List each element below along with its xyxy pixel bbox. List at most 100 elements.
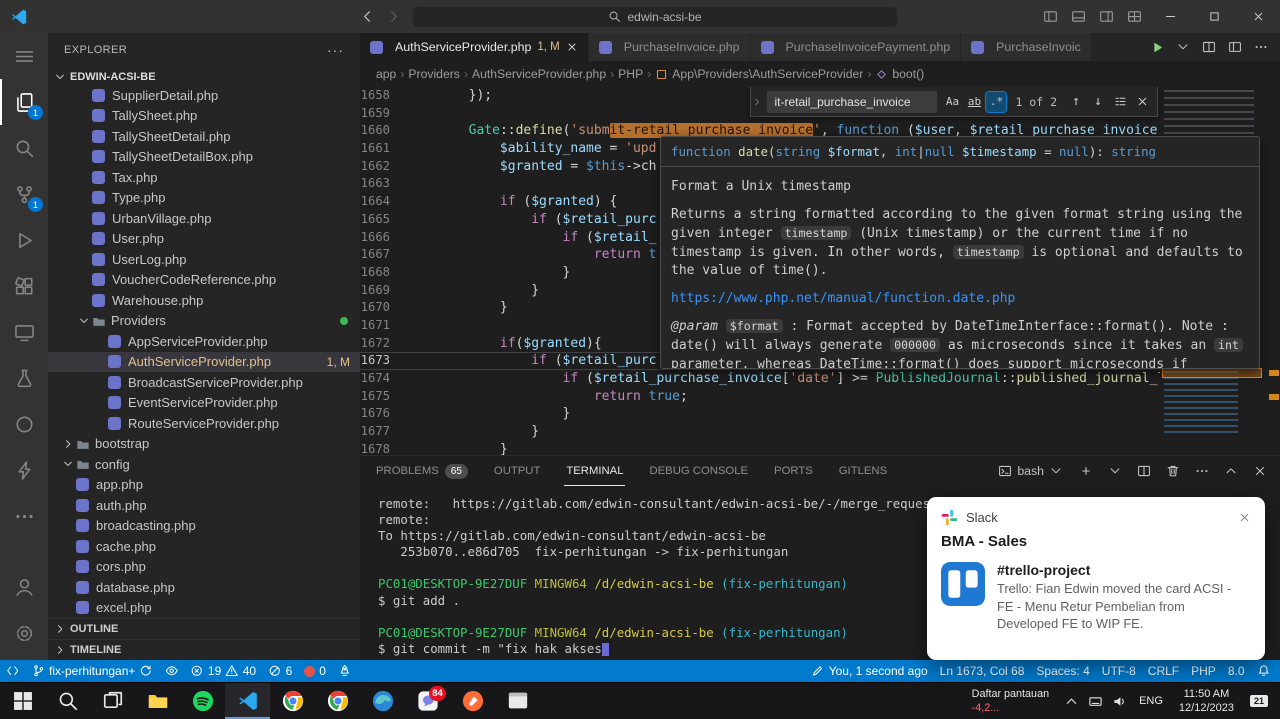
taskbar-start[interactable] bbox=[0, 683, 45, 719]
panel-tab-terminal[interactable]: TERMINAL bbox=[564, 456, 625, 486]
status-secondary-problems[interactable]: 6 bbox=[262, 660, 298, 682]
activity-explorer[interactable]: 1 bbox=[0, 79, 48, 125]
explorer-folder[interactable]: config bbox=[48, 454, 360, 475]
split-terminal-button[interactable] bbox=[1134, 464, 1154, 478]
new-terminal-button[interactable]: + bbox=[1076, 463, 1096, 480]
taskbar-window-app[interactable] bbox=[495, 683, 540, 719]
breadcrumb-item[interactable]: AuthServiceProvider.php bbox=[472, 67, 606, 81]
nav-back-icon[interactable] bbox=[354, 9, 380, 24]
activity-settings[interactable] bbox=[0, 610, 48, 656]
explorer-file[interactable]: UrbanVillage.php bbox=[48, 208, 360, 229]
explorer-file[interactable]: database.php bbox=[48, 577, 360, 598]
explorer-file[interactable]: TallySheet.php bbox=[48, 106, 360, 127]
activity-source-control[interactable]: 1 bbox=[0, 171, 48, 217]
activity-thunder-client[interactable] bbox=[0, 447, 48, 493]
editor-tab[interactable]: PurchaseInvoice.php bbox=[589, 33, 751, 61]
panel-tab-ports[interactable]: PORTS bbox=[772, 456, 815, 486]
tray-expand-icon[interactable] bbox=[1059, 694, 1083, 709]
editor-tab[interactable]: PurchaseInvoicePayment.php bbox=[751, 33, 962, 61]
command-center-search[interactable]: edwin-acsi-be bbox=[412, 6, 898, 28]
close-find-button[interactable] bbox=[1131, 91, 1153, 113]
whole-word-toggle[interactable]: ab bbox=[964, 92, 984, 112]
next-match-button[interactable]: ↓ bbox=[1087, 91, 1109, 113]
status-remote-indicator[interactable] bbox=[0, 660, 26, 682]
taskbar-widget[interactable]: Daftar pantauan -4,2... bbox=[962, 687, 1059, 715]
editor-tab[interactable]: AuthServiceProvider.php1, M bbox=[360, 33, 589, 61]
panel-more-actions-button[interactable] bbox=[1192, 464, 1212, 478]
explorer-file[interactable]: auth.php bbox=[48, 495, 360, 516]
taskbar-edge[interactable] bbox=[360, 683, 405, 719]
close-button[interactable] bbox=[1236, 0, 1280, 33]
kill-terminal-button[interactable] bbox=[1163, 464, 1183, 478]
panel-tab-output[interactable]: OUTPUT bbox=[492, 456, 542, 486]
clock[interactable]: 11:50 AM 12/12/2023 bbox=[1171, 687, 1242, 716]
explorer-file[interactable]: RouteServiceProvider.php bbox=[48, 413, 360, 434]
match-case-toggle[interactable]: Aa bbox=[942, 92, 962, 112]
activity-testing[interactable] bbox=[0, 355, 48, 401]
tooltip-link[interactable]: https://www.php.net/manual/function.date… bbox=[671, 291, 1015, 306]
panel-tab-debug-console[interactable]: DEBUG CONSOLE bbox=[647, 456, 750, 486]
toggle-sidebar-icon[interactable] bbox=[1036, 9, 1064, 24]
explorer-file[interactable]: excel.php bbox=[48, 598, 360, 619]
status-php-version[interactable]: 8.0 bbox=[1222, 660, 1251, 682]
run-button[interactable] bbox=[1150, 40, 1164, 54]
editor-more-actions-icon[interactable] bbox=[1254, 40, 1268, 54]
explorer-file[interactable]: cors.php bbox=[48, 557, 360, 578]
explorer-file[interactable]: AuthServiceProvider.php1, M bbox=[48, 352, 360, 373]
language-indicator[interactable]: ENG bbox=[1131, 695, 1171, 707]
breadcrumb-item[interactable]: Providers bbox=[408, 67, 459, 81]
notification-center[interactable]: 21 bbox=[1242, 695, 1276, 707]
explorer-folder[interactable]: Providers bbox=[48, 311, 360, 332]
toggle-secondary-sidebar-icon[interactable] bbox=[1092, 9, 1120, 24]
explorer-file[interactable]: Type.php bbox=[48, 188, 360, 209]
explorer-file[interactable]: UserLog.php bbox=[48, 249, 360, 270]
status-notifications[interactable] bbox=[1251, 660, 1277, 682]
explorer-file[interactable]: AppServiceProvider.php bbox=[48, 331, 360, 352]
explorer-file[interactable]: TallySheetDetail.php bbox=[48, 126, 360, 147]
panel-tab-problems[interactable]: PROBLEMS65 bbox=[374, 456, 470, 486]
taskbar-postman[interactable] bbox=[450, 683, 495, 719]
close-notification-icon[interactable] bbox=[1238, 511, 1251, 524]
status-cursor-position[interactable]: Ln 1673, Col 68 bbox=[934, 660, 1031, 682]
terminal-dropdown-button[interactable] bbox=[1105, 464, 1125, 478]
panel-tab-gitlens[interactable]: GITLENS bbox=[837, 456, 889, 486]
toggle-replace-icon[interactable] bbox=[751, 87, 763, 116]
run-dropdown-icon[interactable] bbox=[1176, 40, 1190, 54]
taskbar-chrome-profile-2[interactable] bbox=[315, 683, 360, 719]
customize-layout-icon[interactable] bbox=[1120, 9, 1148, 24]
editor-tab[interactable]: PurchaseInvoic bbox=[961, 33, 1092, 61]
taskbar-file-explorer[interactable] bbox=[135, 683, 180, 719]
explorer-file[interactable]: User.php bbox=[48, 229, 360, 250]
close-icon[interactable] bbox=[566, 41, 578, 53]
status-git-branch[interactable]: fix-perhitungan+ bbox=[26, 660, 159, 682]
toggle-panel-icon[interactable] bbox=[1064, 9, 1092, 24]
volume-icon[interactable] bbox=[1107, 694, 1131, 709]
taskbar-task-view[interactable] bbox=[90, 683, 135, 719]
find-in-selection-button[interactable] bbox=[1109, 91, 1131, 113]
activity-accounts[interactable] bbox=[0, 564, 48, 610]
close-panel-button[interactable] bbox=[1250, 464, 1270, 478]
maximize-panel-button[interactable] bbox=[1221, 464, 1241, 478]
activity-database[interactable] bbox=[0, 401, 48, 447]
status-eol[interactable]: CRLF bbox=[1142, 660, 1185, 682]
touch-keyboard-icon[interactable] bbox=[1083, 694, 1107, 709]
activity-extensions[interactable] bbox=[0, 263, 48, 309]
breadcrumb-item[interactable]: boot() bbox=[892, 67, 924, 81]
regex-toggle[interactable]: .* bbox=[986, 92, 1006, 112]
previous-match-button[interactable]: ↑ bbox=[1065, 91, 1087, 113]
taskbar-chrome[interactable] bbox=[270, 683, 315, 719]
explorer-more-actions-icon[interactable]: ··· bbox=[327, 42, 344, 58]
breadcrumb-item[interactable]: app bbox=[376, 67, 396, 81]
taskbar-chat-app[interactable]: 84 bbox=[405, 683, 450, 719]
status-launch[interactable] bbox=[332, 660, 358, 682]
activity-remote-explorer[interactable] bbox=[0, 309, 48, 355]
explorer-file[interactable]: cache.php bbox=[48, 536, 360, 557]
maximize-button[interactable] bbox=[1192, 0, 1236, 33]
section-outline[interactable]: OUTLINE bbox=[48, 618, 360, 639]
breadcrumb-item[interactable]: App\Providers\AuthServiceProvider bbox=[672, 67, 863, 81]
explorer-file[interactable]: app.php bbox=[48, 475, 360, 496]
breadcrumb-item[interactable]: PHP bbox=[618, 67, 643, 81]
explorer-file[interactable]: SupplierDetail.php bbox=[48, 85, 360, 106]
taskbar-vscode[interactable] bbox=[225, 683, 270, 719]
slack-notification[interactable]: Slack BMA - Sales #trello-project Trello… bbox=[927, 497, 1265, 660]
